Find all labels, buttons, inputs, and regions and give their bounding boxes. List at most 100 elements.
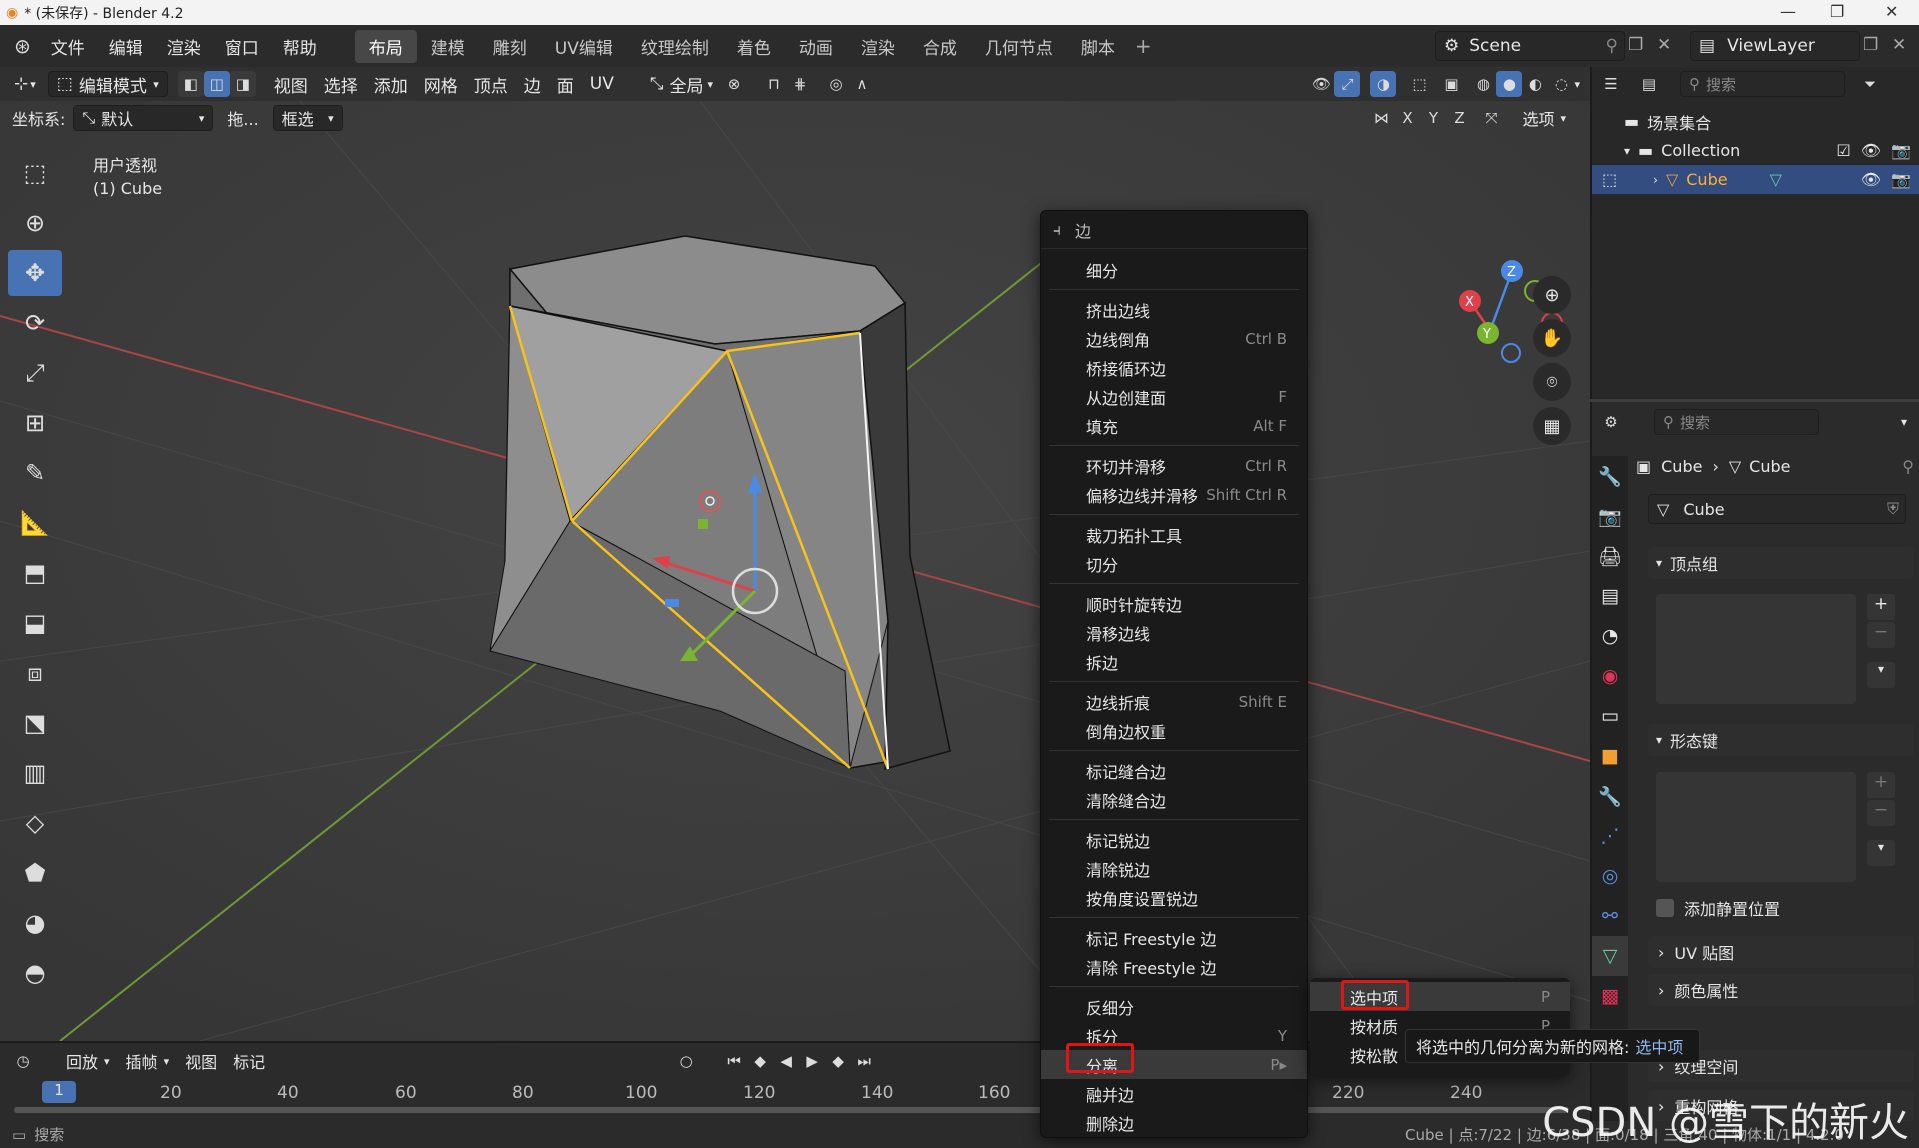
face-select-icon[interactable]: ◨ bbox=[229, 71, 256, 97]
eye-icon[interactable]: 👁 bbox=[1861, 170, 1881, 189]
vertex-groups-section-header[interactable]: ▾ 顶点组 bbox=[1648, 547, 1914, 579]
proportional-edit-icon[interactable]: ◎ bbox=[823, 71, 849, 97]
delete-viewlayer-icon[interactable]: ✕ bbox=[1892, 35, 1906, 55]
shape-keys-section-header[interactable]: ▾ 形态键 bbox=[1648, 724, 1914, 756]
context-menu-item[interactable]: 边线折痕 Shift E bbox=[1041, 687, 1307, 716]
auto-merge-icon[interactable]: ⤧ bbox=[1478, 105, 1504, 131]
pin-icon[interactable]: ⚲ bbox=[1606, 36, 1618, 56]
properties-editor-icon[interactable]: ⚙ bbox=[1598, 409, 1624, 435]
loop-cut-tool-icon[interactable]: ▥ bbox=[8, 750, 62, 796]
pin-menu-icon[interactable]: ⫞ bbox=[1053, 220, 1061, 240]
context-menu-item[interactable]: 裁刀拓扑工具 bbox=[1041, 520, 1307, 549]
tab-uv-editing[interactable]: UV编辑 bbox=[541, 30, 627, 63]
shape-keys-list[interactable] bbox=[1656, 772, 1856, 882]
vertex-select-icon[interactable]: ◧ bbox=[177, 71, 204, 97]
menu-add[interactable]: 添加 bbox=[366, 71, 416, 97]
scene-tab-icon[interactable]: ◔ bbox=[1592, 616, 1628, 656]
play-reverse-icon[interactable]: ◀ bbox=[773, 1048, 799, 1074]
mesh-edit-overlay-icon[interactable]: ⬚ bbox=[1406, 71, 1432, 97]
object-tab-icon[interactable]: ■ bbox=[1592, 736, 1628, 776]
measure-tool-icon[interactable]: 📐 bbox=[8, 500, 62, 546]
transform-tool-icon[interactable]: ⊞ bbox=[8, 400, 62, 446]
add-vertex-group-icon[interactable]: + bbox=[1867, 594, 1895, 620]
camera-icon[interactable]: 📷 bbox=[1891, 170, 1911, 189]
context-menu-item[interactable]: 偏移边线并滑移 Shift Ctrl R bbox=[1041, 480, 1307, 509]
uv-maps-section-header[interactable]: › UV 贴图 bbox=[1648, 936, 1914, 968]
smooth-tool-icon[interactable]: ◓ bbox=[8, 950, 62, 996]
new-viewlayer-icon[interactable]: ❐ bbox=[1863, 35, 1878, 55]
vertex-groups-list[interactable] bbox=[1656, 594, 1856, 704]
expand-icon[interactable]: › bbox=[1653, 173, 1658, 187]
texture-tab-icon[interactable]: ▩ bbox=[1592, 976, 1628, 1016]
tab-sculpting[interactable]: 雕刻 bbox=[479, 30, 541, 63]
cursor-tool-icon[interactable]: ⊕ bbox=[8, 200, 62, 246]
context-menu-item[interactable]: 边线倒角 Ctrl B bbox=[1041, 324, 1307, 353]
particles-tab-icon[interactable]: ⋰ bbox=[1592, 816, 1628, 856]
add-cube-tool-icon[interactable]: ⬒ bbox=[8, 550, 62, 596]
remove-shape-key-icon[interactable]: − bbox=[1867, 800, 1895, 826]
context-menu-item[interactable]: 环切并滑移 Ctrl R bbox=[1041, 451, 1307, 480]
close-icon[interactable]: ✕ bbox=[1885, 2, 1898, 21]
wireframe-shading-icon[interactable]: ◍ bbox=[1470, 71, 1496, 97]
tab-geometry-nodes[interactable]: 几何节点 bbox=[971, 30, 1067, 63]
jump-start-icon[interactable]: ⏮ bbox=[721, 1048, 747, 1074]
mode-selector[interactable]: ⬚ 编辑模式 ▾ bbox=[47, 71, 168, 97]
add-workspace-icon[interactable]: + bbox=[1135, 34, 1152, 58]
cube-row[interactable]: ⬚ › ▽ Cube ▽ 👁 📷 bbox=[1592, 165, 1919, 194]
mirror-z-toggle[interactable]: Z bbox=[1446, 105, 1472, 131]
context-menu-item[interactable]: 细分 bbox=[1041, 255, 1307, 284]
restore-icon[interactable]: ❐ bbox=[1830, 2, 1844, 21]
select-box-tool-icon[interactable]: ⬚ bbox=[8, 150, 62, 196]
view-layer-tab-icon[interactable]: ▤ bbox=[1592, 576, 1628, 616]
inset-tool-icon[interactable]: ⧈ bbox=[8, 650, 62, 696]
checkbox-icon[interactable]: ☑ bbox=[1836, 141, 1850, 160]
jump-next-keyframe-icon[interactable]: ◆ bbox=[825, 1048, 851, 1074]
context-menu-item[interactable]: 融并边 bbox=[1041, 1079, 1307, 1108]
menu-window[interactable]: 窗口 bbox=[213, 34, 271, 59]
tab-shading[interactable]: 着色 bbox=[723, 30, 785, 63]
tool-tab-icon[interactable]: 🔧 bbox=[1592, 456, 1628, 496]
auto-keying-icon[interactable]: ○ bbox=[673, 1048, 699, 1074]
current-frame-indicator[interactable]: 1 bbox=[42, 1081, 76, 1103]
move-tool-icon[interactable]: ✥ bbox=[8, 250, 62, 296]
falloff-icon[interactable]: ∧ bbox=[849, 71, 875, 97]
filter-icon[interactable]: ⏷ bbox=[1857, 71, 1883, 97]
menu-face[interactable]: 面 bbox=[549, 71, 582, 97]
chevron-down-icon[interactable]: ▾ bbox=[1901, 415, 1907, 429]
camera-view-icon[interactable]: ⌾ bbox=[1533, 363, 1571, 401]
context-menu-item[interactable]: 标记锐边 bbox=[1041, 825, 1307, 854]
3d-viewport[interactable]: Z X Y 用户透视 (1) Cube ⊕ ✋ ⌾ ▦ bbox=[0, 101, 1590, 1041]
xray-toggle-icon[interactable]: ▣ bbox=[1438, 71, 1464, 97]
context-menu-item[interactable]: 桥接循环边 bbox=[1041, 353, 1307, 382]
tab-scripting[interactable]: 脚本 bbox=[1067, 30, 1129, 63]
timeline-editor-icon[interactable]: ◷ bbox=[10, 1048, 36, 1074]
pan-hand-icon[interactable]: ✋ bbox=[1533, 319, 1571, 357]
menu-mesh[interactable]: 网格 bbox=[416, 71, 466, 97]
render-tab-icon[interactable]: 📷 bbox=[1592, 496, 1628, 536]
keying-menu[interactable]: 插帧 ▾ bbox=[118, 1048, 178, 1074]
zoom-icon[interactable]: ⊕ bbox=[1533, 276, 1571, 314]
context-menu-item[interactable]: 挤出边线 bbox=[1041, 295, 1307, 324]
snap-magnet-icon[interactable]: ⊓ bbox=[761, 71, 787, 97]
solid-shading-icon[interactable]: ● bbox=[1496, 71, 1523, 97]
playback-menu[interactable]: 回放 ▾ bbox=[58, 1048, 118, 1074]
ortho-grid-icon[interactable]: ▦ bbox=[1533, 407, 1571, 445]
context-menu-item[interactable]: 标记 Freestyle 边 bbox=[1041, 923, 1307, 952]
context-menu-item[interactable]: 滑移边线 bbox=[1041, 618, 1307, 647]
snap-target-icon[interactable]: ⋕ bbox=[787, 71, 813, 97]
context-menu-item[interactable]: 按角度设置锐边 bbox=[1041, 883, 1307, 912]
tab-layout[interactable]: 布局 bbox=[354, 29, 417, 63]
add-shape-key-icon[interactable]: + bbox=[1867, 772, 1895, 798]
collection-tab-icon[interactable]: ▭ bbox=[1592, 696, 1628, 736]
timeline-scrollbar[interactable] bbox=[14, 1107, 1569, 1113]
marker-menu[interactable]: 标记 bbox=[225, 1048, 273, 1074]
world-tab-icon[interactable]: ◉ bbox=[1592, 656, 1628, 696]
outliner-editor-icon[interactable]: ☰ bbox=[1598, 71, 1624, 97]
menu-help[interactable]: 帮助 bbox=[271, 34, 329, 59]
scene-selector[interactable]: ⚙ Scene ⚲ bbox=[1435, 31, 1625, 61]
menu-select[interactable]: 选择 bbox=[316, 71, 366, 97]
transform-orientation-selector[interactable]: ⤡ 全局 ▾ bbox=[642, 71, 721, 97]
shape-key-menu-icon[interactable]: ▾ bbox=[1867, 840, 1895, 866]
drag-label[interactable]: 拖... bbox=[219, 105, 266, 131]
rendered-shading-icon[interactable]: ◌ bbox=[1548, 71, 1574, 97]
